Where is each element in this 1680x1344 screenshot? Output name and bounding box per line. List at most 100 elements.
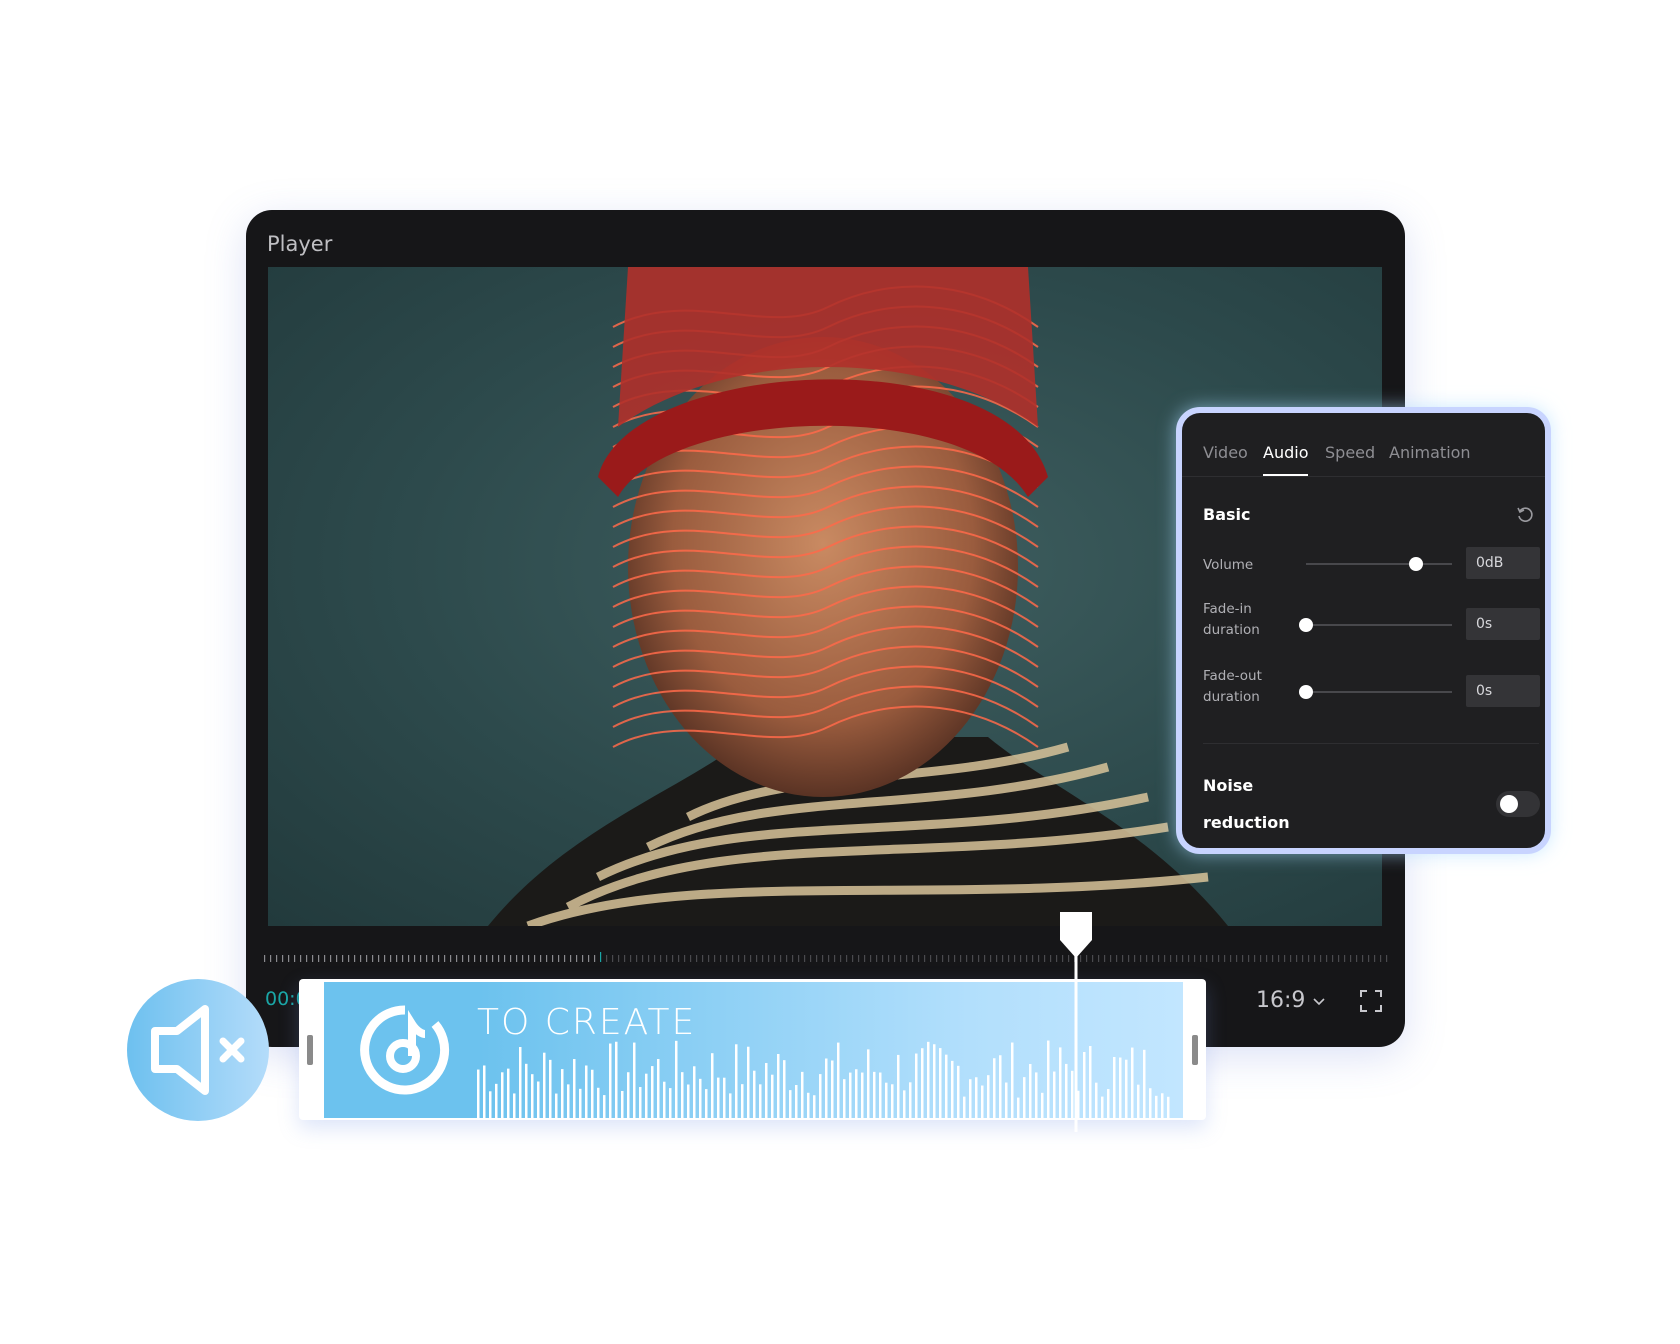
ruler-tick: [498, 955, 500, 962]
ruler-tick: [840, 955, 842, 962]
ruler-tick: [372, 955, 374, 962]
ruler-tick: [450, 955, 452, 962]
fade-out-slider-knob[interactable]: [1299, 685, 1313, 699]
ruler-tick: [912, 955, 914, 962]
ruler-tick: [414, 955, 416, 962]
ruler-tick: [606, 955, 608, 962]
panel-tabs: Video Audio Speed Animation: [1182, 435, 1545, 477]
noise-reduction-toggle[interactable]: [1496, 791, 1540, 817]
fade-in-slider[interactable]: [1299, 618, 1452, 632]
ruler-tick: [1380, 955, 1382, 962]
audio-clip-body[interactable]: TO CREATE: [324, 982, 1183, 1118]
ruler-tick: [648, 955, 650, 962]
ruler-tick: [1218, 955, 1220, 962]
ruler-tick: [1134, 955, 1136, 962]
ruler-tick: [906, 955, 908, 962]
tab-video[interactable]: Video: [1203, 443, 1248, 462]
waveform-bar: [699, 1078, 702, 1118]
ruler-tick: [1284, 955, 1286, 962]
tab-animation[interactable]: Animation: [1389, 443, 1471, 462]
waveform-bar: [483, 1065, 486, 1118]
waveform-bar: [1017, 1097, 1020, 1118]
ruler-tick: [1176, 955, 1178, 962]
waveform-bar: [867, 1049, 870, 1118]
waveform-bar: [825, 1058, 828, 1118]
ruler-tick: [978, 955, 980, 962]
ruler-tick: [354, 955, 356, 962]
waveform-bar: [849, 1072, 852, 1118]
ruler-tick: [528, 955, 530, 962]
ruler-tick: [474, 955, 476, 962]
ruler-tick: [726, 955, 728, 962]
tab-audio[interactable]: Audio: [1263, 443, 1309, 476]
waveform-bar: [789, 1090, 792, 1118]
timeline-ruler[interactable]: [264, 952, 1389, 962]
waveform-bar: [771, 1074, 774, 1118]
ruler-tick: [732, 955, 734, 962]
mute-button[interactable]: [127, 979, 269, 1121]
waveform-bar: [639, 1087, 642, 1118]
ruler-tick: [1368, 955, 1370, 962]
fade-out-input[interactable]: 0s: [1466, 675, 1540, 707]
ruler-tick: [858, 955, 860, 962]
reset-icon[interactable]: [1516, 506, 1534, 524]
volume-input[interactable]: 0dB: [1466, 547, 1540, 579]
waveform-bar: [1035, 1072, 1038, 1118]
tab-speed[interactable]: Speed: [1325, 443, 1375, 462]
waveform-bar: [627, 1072, 630, 1118]
ruler-tick: [1098, 955, 1100, 962]
waveform-bar: [1107, 1089, 1110, 1118]
ruler-tick: [456, 955, 458, 962]
ruler-tick: [594, 955, 596, 962]
ruler-tick: [1242, 955, 1244, 962]
ruler-tick: [1164, 955, 1166, 962]
volume-slider-knob[interactable]: [1408, 557, 1423, 571]
waveform-bar: [915, 1053, 918, 1118]
ruler-tick: [966, 955, 968, 962]
toggle-knob: [1500, 795, 1518, 813]
waveform-bar: [1047, 1040, 1050, 1118]
ruler-tick: [558, 955, 560, 962]
fade-out-slider[interactable]: [1299, 685, 1452, 699]
ruler-tick: [1014, 955, 1016, 962]
ruler-tick: [666, 955, 668, 962]
aspect-ratio-dropdown[interactable]: 16:9: [1256, 988, 1326, 1013]
playhead[interactable]: [1059, 912, 1093, 1132]
properties-panel: Video Audio Speed Animation Basic Volume…: [1176, 407, 1551, 854]
fade-in-input[interactable]: 0s: [1466, 608, 1540, 640]
waveform-bar: [765, 1063, 768, 1118]
ruler-tick: [672, 955, 674, 962]
ruler-tick: [396, 955, 398, 962]
ruler-tick: [1260, 955, 1262, 962]
waveform-bar: [885, 1082, 888, 1118]
waveform-bar: [981, 1085, 984, 1118]
waveform-bar: [591, 1069, 594, 1118]
clip-trim-handle-left[interactable]: [307, 1035, 313, 1065]
waveform-bar: [879, 1072, 882, 1118]
ruler-tick: [360, 955, 362, 962]
ruler-tick: [612, 955, 614, 962]
ruler-tick: [888, 955, 890, 962]
ruler-tick: [600, 952, 602, 962]
waveform-bar: [693, 1066, 696, 1118]
ruler-tick: [852, 955, 854, 962]
ruler-tick: [288, 955, 290, 962]
ruler-tick: [984, 955, 986, 962]
ruler-tick: [708, 955, 710, 962]
volume-slider[interactable]: [1306, 557, 1452, 571]
fullscreen-icon[interactable]: [1360, 990, 1382, 1012]
aspect-ratio-value: 16:9: [1256, 988, 1306, 1013]
ruler-tick: [1212, 955, 1214, 962]
clip-trim-handle-right[interactable]: [1192, 1035, 1198, 1065]
fade-in-slider-knob[interactable]: [1299, 618, 1313, 632]
waveform-bar: [1131, 1047, 1134, 1118]
waveform-bar: [1101, 1096, 1104, 1118]
ruler-tick: [426, 955, 428, 962]
ruler-tick: [1170, 955, 1172, 962]
waveform-bar: [1149, 1088, 1152, 1118]
ruler-tick: [972, 955, 974, 962]
ruler-tick: [348, 955, 350, 962]
ruler-tick: [834, 955, 836, 962]
waveform-bar: [741, 1084, 744, 1118]
waveform-bar: [843, 1079, 846, 1118]
